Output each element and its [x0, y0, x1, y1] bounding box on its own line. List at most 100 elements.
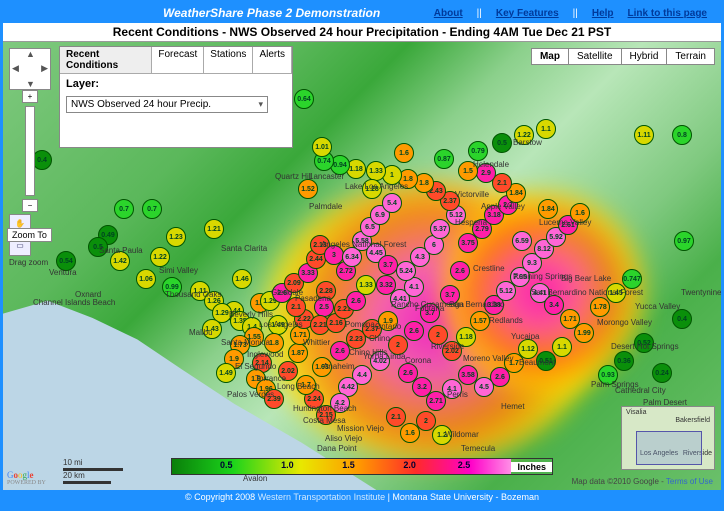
- place-label: Barstow: [513, 138, 542, 147]
- overview-map[interactable]: Visalia Bakersfield Los Angeles Riversid…: [621, 406, 715, 470]
- place-label: Twentynine Palms: [681, 288, 721, 297]
- station-marker[interactable]: 0.7: [114, 199, 134, 219]
- place-label: Crestline: [473, 264, 505, 273]
- place-label: Los Angeles: [259, 320, 303, 329]
- about-link[interactable]: About: [434, 8, 463, 19]
- station-marker[interactable]: 1.33: [366, 161, 386, 181]
- zoom-out-button[interactable]: −: [22, 199, 38, 212]
- place-label: Redlands: [489, 316, 523, 325]
- zoom-to-button[interactable]: Zoom To: [7, 228, 52, 242]
- permalink-link[interactable]: Link to this page: [628, 8, 707, 19]
- place-label: Yucca Valley: [635, 302, 680, 311]
- station-marker[interactable]: 1.22: [150, 247, 170, 267]
- tab-alerts[interactable]: Alerts: [253, 47, 292, 73]
- place-label: Cathedral City: [615, 386, 666, 395]
- station-marker[interactable]: 3.58: [458, 365, 478, 385]
- station-marker[interactable]: 6.59: [512, 231, 532, 251]
- place-label: Running Springs: [513, 272, 572, 281]
- help-link[interactable]: Help: [592, 8, 614, 19]
- header-bar: WeatherShare Phase 2 Demonstration About…: [3, 3, 721, 23]
- station-marker[interactable]: 2.6: [404, 321, 424, 341]
- place-label: Hemet: [501, 402, 525, 411]
- station-marker[interactable]: 5.4: [382, 193, 402, 213]
- station-marker[interactable]: 0.24: [652, 363, 672, 383]
- station-marker[interactable]: 1.01: [312, 137, 332, 157]
- place-label: Moreno Valley: [463, 354, 514, 363]
- station-marker[interactable]: 4.5: [474, 377, 494, 397]
- zoom-in-button[interactable]: +: [22, 90, 38, 103]
- header-links: About || Key Features || Help Link to th…: [434, 8, 721, 19]
- place-label: Yucaipa: [511, 332, 539, 341]
- station-marker[interactable]: 1.99: [574, 323, 594, 343]
- station-marker[interactable]: 2.6: [450, 261, 470, 281]
- place-label: Fontana: [415, 304, 444, 313]
- map-canvas[interactable]: 0.40.60.70.490.50.541.421.221.231.060.99…: [3, 42, 721, 490]
- place-label: Huntington Beach: [293, 404, 357, 413]
- terms-link[interactable]: Terms of Use: [666, 477, 713, 486]
- place-label: San Bernardino: [449, 300, 505, 309]
- place-label: Palos Verdes: [227, 390, 274, 399]
- place-label: Apple Valley: [481, 202, 525, 211]
- station-marker[interactable]: 5.37: [430, 219, 450, 239]
- place-label: Anaheim: [323, 362, 355, 371]
- station-marker[interactable]: 1.46: [232, 269, 252, 289]
- place-label: Avalon: [243, 474, 267, 483]
- place-label: Wildomar: [445, 430, 479, 439]
- station-marker[interactable]: 1.21: [204, 219, 224, 239]
- station-marker[interactable]: 0.8: [672, 125, 692, 145]
- station-marker[interactable]: 0.87: [434, 149, 454, 169]
- maptype-hybrid[interactable]: Hybrid: [621, 48, 668, 65]
- station-marker[interactable]: 0.4: [672, 309, 692, 329]
- tab-recent[interactable]: Recent Conditions: [60, 47, 152, 73]
- pan-control[interactable]: ▲▼ ◀▶: [9, 48, 51, 90]
- place-label: Beaumont: [519, 358, 555, 367]
- station-marker[interactable]: 1.06: [136, 269, 156, 289]
- station-marker[interactable]: 1.84: [538, 199, 558, 219]
- station-marker[interactable]: 1.1: [536, 119, 556, 139]
- features-link[interactable]: Key Features: [496, 8, 559, 19]
- maptype-satellite[interactable]: Satellite: [568, 48, 622, 65]
- layer-select[interactable]: NWS Observed 24 hour Precip.: [66, 96, 268, 113]
- station-marker[interactable]: 0.7: [142, 199, 162, 219]
- station-marker[interactable]: 1.57: [470, 311, 490, 331]
- place-label: Santa Clarita: [221, 244, 267, 253]
- google-logo: GooglePOWERED BY: [7, 470, 46, 486]
- tab-forecast[interactable]: Forecast: [152, 47, 204, 73]
- layer-panel: Recent Conditions Forecast Stations Aler…: [59, 46, 293, 148]
- station-marker[interactable]: 0.97: [674, 231, 694, 251]
- place-label: San Bernardino National Forest: [531, 288, 643, 297]
- station-marker[interactable]: 0.79: [468, 141, 488, 161]
- scale-bar: 10 mi 20 km: [63, 458, 123, 484]
- place-label: Malibu: [189, 328, 213, 337]
- station-marker[interactable]: 1.33: [356, 275, 376, 295]
- place-label: Chino Hills: [349, 348, 387, 357]
- drag-zoom-label: Drag zoom: [9, 258, 51, 267]
- maptype-map[interactable]: Map: [531, 48, 569, 65]
- maptype-terrain[interactable]: Terrain: [666, 48, 715, 65]
- station-marker[interactable]: 1.49: [216, 363, 236, 383]
- footer-bar: © Copyright 2008 Western Transportation …: [3, 490, 721, 504]
- tab-stations[interactable]: Stations: [204, 47, 253, 73]
- station-marker[interactable]: 1.1: [552, 337, 572, 357]
- wti-link[interactable]: Western Transportation Institute: [258, 492, 385, 502]
- station-marker[interactable]: 1.52: [298, 179, 318, 199]
- station-marker[interactable]: 0.64: [294, 89, 314, 109]
- station-marker[interactable]: 3.7: [378, 255, 398, 275]
- place-label: Quartz Hill: [275, 172, 312, 181]
- station-marker[interactable]: 1.6: [394, 143, 414, 163]
- station-marker[interactable]: 1.78: [590, 297, 610, 317]
- place-label: Riverside: [431, 342, 464, 351]
- place-label: Simi Valley: [159, 266, 198, 275]
- station-marker[interactable]: 1.23: [166, 227, 186, 247]
- place-label: Whittier: [303, 338, 330, 347]
- place-label: Inglewood: [247, 350, 283, 359]
- station-marker[interactable]: 0.5: [492, 133, 512, 153]
- map-attribution: Map data ©2010 Google - Terms of Use: [572, 477, 713, 486]
- station-marker[interactable]: 0.36: [614, 351, 634, 371]
- station-marker[interactable]: 0.747: [622, 269, 642, 289]
- place-label: Thousand Oaks: [165, 290, 221, 299]
- zoom-slider[interactable]: [25, 106, 35, 196]
- station-marker[interactable]: 2.6: [398, 363, 418, 383]
- legend-unit: Inches: [511, 462, 552, 472]
- station-marker[interactable]: 1.11: [634, 125, 654, 145]
